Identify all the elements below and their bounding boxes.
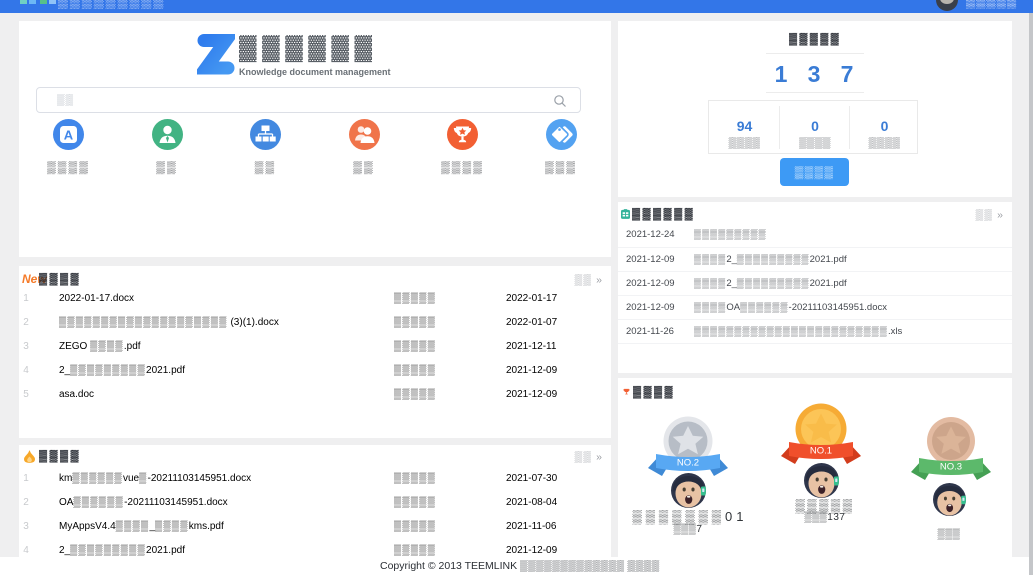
svg-text:A: A bbox=[64, 128, 74, 143]
svg-text:NO.2: NO.2 bbox=[677, 458, 699, 469]
svg-text:NO.1: NO.1 bbox=[810, 446, 832, 457]
svg-text:NO.3: NO.3 bbox=[940, 462, 962, 473]
